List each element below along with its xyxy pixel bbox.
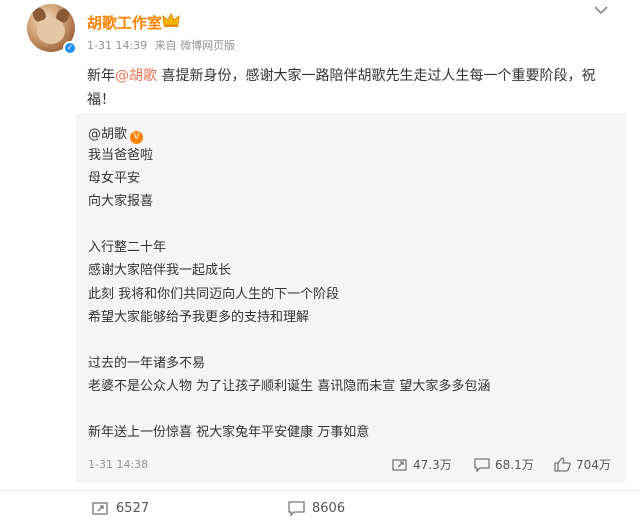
- original-text-line: 我当爸爸啦: [88, 148, 154, 163]
- original-text-line: 新年送上一份惊喜 祝大家兔年平安健康 万事如意: [88, 425, 370, 440]
- post-source: 来自 微博网页版: [154, 39, 236, 52]
- original-text-line: 此刻 我将和你们共同迈向人生的下一个阶段: [88, 287, 340, 302]
- original-comment-button[interactable]: 68.1万: [474, 456, 534, 473]
- original-like-button[interactable]: 704万: [554, 456, 611, 473]
- repost-button[interactable]: 6527: [92, 501, 149, 516]
- original-text-line: 过去的一年诸多不易: [88, 356, 206, 371]
- original-time[interactable]: 1-31 14:38: [88, 458, 148, 471]
- comment-icon: [474, 457, 490, 472]
- comment-count: 8606: [312, 501, 346, 516]
- post-text: 新年@胡歌 喜提新身份，感谢大家一路陪伴胡歌先生走过人生每一个重要阶段，祝福！: [87, 68, 596, 108]
- chevron-down-icon[interactable]: [594, 5, 608, 15]
- original-author: @胡歌 V: [88, 123, 144, 144]
- comment-button[interactable]: 8606: [288, 501, 345, 516]
- post-time[interactable]: 1-31 14:39: [87, 39, 147, 52]
- repost-icon: [92, 502, 108, 515]
- original-text-line: 希望大家能够给予我更多的支持和理解: [88, 310, 310, 325]
- original-text-line: 感谢大家陪伴我一起成长: [88, 263, 232, 278]
- original-repost-button[interactable]: 47.3万: [392, 456, 452, 473]
- mention-link[interactable]: @胡歌: [115, 68, 157, 84]
- original-text-line: 母女平安: [88, 171, 141, 186]
- original-text-line: 老婆不是公众人物 为了让孩子顺利诞生 喜讯隐而未宣 望大家多多包涵: [88, 379, 491, 394]
- reposted-content: @胡歌 V 我当爸爸啦 母女平安 向大家报喜 入行整二十年 感谢大家陪伴我一起成长…: [76, 113, 626, 483]
- verified-badge-icon: V: [130, 131, 144, 144]
- original-text-line: 入行整二十年: [88, 240, 167, 255]
- comment-icon: [288, 501, 305, 516]
- repost-count: 6527: [116, 501, 150, 516]
- verified-badge-icon: ✓: [63, 41, 77, 55]
- weibo-post-card: ✓ 胡歌工作室 1-31 14:39 来自 微博网页版 新年@胡歌 喜提新身份，…: [0, 0, 640, 532]
- thumbs-up-icon: [554, 457, 571, 472]
- post-meta: 1-31 14:39 来自 微博网页版: [87, 37, 239, 53]
- vip-crown-icon: [162, 12, 180, 27]
- repost-icon: [392, 458, 407, 471]
- original-text-line: 向大家报喜: [88, 194, 154, 209]
- post-action-bar: 6527 8606: [0, 490, 640, 532]
- author-name[interactable]: 胡歌工作室: [87, 12, 162, 33]
- original-author-link[interactable]: @胡歌: [88, 127, 127, 142]
